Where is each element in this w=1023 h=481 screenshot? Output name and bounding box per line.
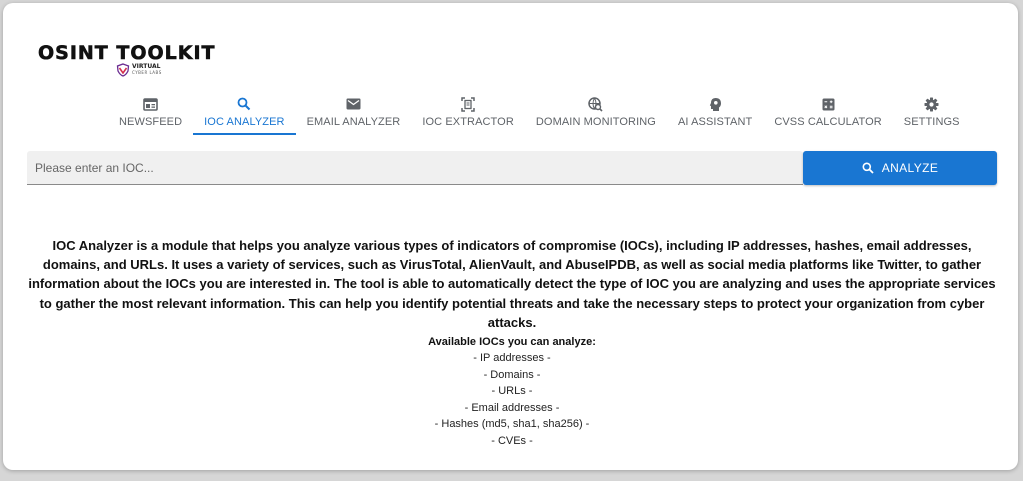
brain-head-icon [707,96,723,112]
tab-email-analyzer[interactable]: EMAIL ANALYZER [296,93,412,135]
tab-label: SETTINGS [903,116,960,128]
tab-label: CVSS CALCULATOR [774,116,882,128]
globe-search-icon [588,96,604,112]
module-description: IOC Analyzer is a module that helps you … [28,238,996,330]
search-icon [236,96,252,112]
list-item: - Domains - [483,368,541,381]
analyze-button[interactable]: ANALYZE [803,151,997,185]
tab-label: NEWSFEED [119,116,183,128]
list-item: - URLs - [491,385,533,398]
tab-label: DOMAIN MONITORING [535,116,656,128]
tab-ai-assistant[interactable]: AI ASSISTANT [667,93,763,135]
list-item: - Email addresses - [464,401,560,414]
virtual-cyber-labs-logo: VIRTUAL CYBER LABS [116,63,162,77]
tab-domain-monitoring[interactable]: DOMAIN MONITORING [525,93,667,135]
document-scan-icon [460,96,476,112]
tab-newsfeed[interactable]: NEWSFEED [108,93,193,135]
tab-cvss-calculator[interactable]: CVSS CALCULATOR [763,93,892,135]
tab-label: EMAIL ANALYZER [306,116,401,128]
analyze-button-label: ANALYZE [881,161,939,175]
newspaper-icon [143,96,159,112]
available-iocs-title: Available IOCs you can analyze: [428,336,596,348]
list-item: - IP addresses - [473,352,551,364]
tab-ioc-extractor[interactable]: IOC EXTRACTOR [411,93,525,135]
shield-logo-icon [116,63,130,77]
tab-settings[interactable]: SETTINGS [893,93,971,135]
module-tabs: NEWSFEED IOC ANALYZER EMAIL ANALYZER IOC… [108,93,971,135]
tab-label: IOC ANALYZER [204,116,285,128]
search-icon [862,162,874,174]
tab-ioc-analyzer[interactable]: IOC ANALYZER [193,93,297,135]
mail-icon [345,96,361,112]
ioc-search-row: ANALYZE [27,151,997,185]
tab-label: IOC EXTRACTOR [422,116,514,128]
ioc-input[interactable] [27,151,803,185]
app-window: OSINT TOOLKIT VIRTUAL CYBER LABS NEWSFEE… [3,3,1018,470]
calculator-icon [820,96,836,112]
logo-sub-line2: CYBER LABS [132,70,162,75]
available-iocs-list: - IP addresses - - Domains - - URLs - - … [27,350,997,450]
list-item: - CVEs - [491,434,533,447]
tab-label: AI ASSISTANT [677,116,753,128]
logo-title: OSINT TOOLKIT [38,42,216,64]
gear-icon [924,96,940,112]
list-item: - Hashes (md5, sha1, sha256) - [434,418,590,431]
osint-toolkit-logo: OSINT TOOLKIT VIRTUAL CYBER LABS [38,43,248,83]
